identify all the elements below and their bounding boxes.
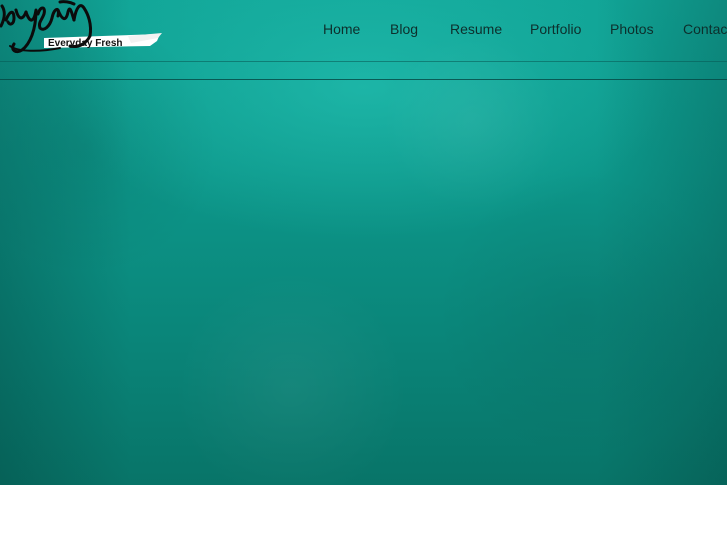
hero-vignette <box>0 0 727 485</box>
header-divider-bottom <box>0 79 727 80</box>
nav-contact[interactable]: Contact <box>683 20 727 38</box>
site-header: Everyday Fresh Home Blog Resume Portfoli… <box>0 0 727 62</box>
nav-resume[interactable]: Resume <box>450 20 502 38</box>
nav-photos[interactable]: Photos <box>610 20 654 38</box>
nav-blog[interactable]: Blog <box>390 20 418 38</box>
main-nav: Home Blog Resume Portfolio Photos Contac… <box>0 20 727 38</box>
hero-banner <box>0 0 727 485</box>
nav-portfolio[interactable]: Portfolio <box>530 20 581 38</box>
header-divider <box>0 61 727 62</box>
nav-home[interactable]: Home <box>323 20 360 38</box>
logo-tagline: Everyday Fresh <box>48 38 123 49</box>
